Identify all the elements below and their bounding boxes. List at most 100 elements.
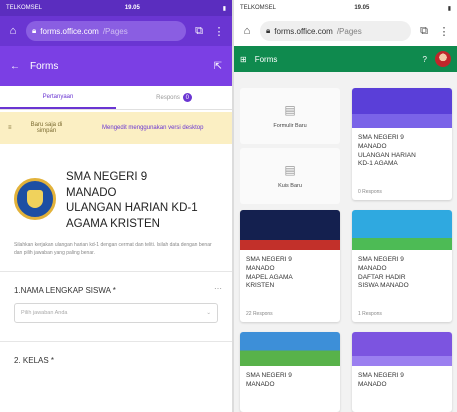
appbar-title: Forms [254,54,278,64]
form-card-line: MANADO [358,142,387,150]
info-icon: ≡ [8,125,12,131]
form-title[interactable]: SMA NEGERI 9 MANADO ULANGAN HARIAN KD-1 … [66,170,198,232]
right-screen: TELKOMSEL 19.05 ▮ ⌂ 🔒︎ forms.office.com /… [234,0,457,412]
form-card[interactable]: SMA NEGERI 9 MANADO DAFTAR HADIR SISWA M… [352,210,452,322]
question-1-label: 1.NAMA LENGKAP SISWA * [14,286,116,296]
battery-icon: ▮ [447,5,451,12]
new-form-button[interactable]: ▤ Formulir Baru [240,88,340,144]
form-thumbnail [352,332,452,366]
carrier-label: TELKOMSEL [240,5,277,11]
tab-questions-label: Pertanyaan [42,93,74,100]
tab-responses-label: Respons [156,94,180,101]
form-card-line: ULANGAN HARIAN [358,151,416,159]
form-title-line: SMA NEGERI 9 [66,171,148,183]
form-card-title: SMA NEGERI 9 MANADO [240,366,340,390]
form-thumbnail [240,210,340,250]
saved-notice: Baru saja di simpan [30,122,63,134]
url-host: forms.office.com [40,26,99,36]
appbar-title: Forms [30,60,59,72]
form-header: SMA NEGERI 9 MANADO ULANGAN HARIAN KD-1 … [0,144,232,232]
form-card-line: MAPEL AGAMA [246,273,293,281]
form-card-responses: 1 Respons [358,311,382,317]
form-card[interactable]: SMA NEGERI 9 MANADO [352,332,452,412]
form-card-title: SMA NEGERI 9 MANADO MAPEL AGAMA KRISTEN [240,250,340,291]
form-card-line: KRISTEN [246,282,275,290]
desktop-edit-link[interactable]: Mengedit menggunakan versi desktop [82,125,224,131]
form-card-responses: 22 Respons [246,311,273,317]
form-card-line: SMA NEGERI 9 [246,256,292,263]
share-icon[interactable]: ⇱ [214,61,222,72]
home-icon[interactable]: ⌂ [6,25,20,37]
new-quiz-button[interactable]: ▤ Kuis Baru [240,148,340,204]
form-card-responses: 0 Respons [358,189,382,195]
save-banner: ≡ Baru saja di simpan Mengedit menggunak… [0,112,232,144]
form-card-title: SMA NEGERI 9 MANADO [352,366,452,390]
clock: 19.05 [354,5,370,11]
form-card-line: MANADO [246,380,275,388]
form-card[interactable]: SMA NEGERI 9 MANADO ULANGAN HARIAN KD-1 … [352,88,452,200]
new-quiz-label: Kuis Baru [278,183,302,189]
back-arrow-icon[interactable]: ← [10,61,20,72]
new-form-label: Formulir Baru [273,123,307,129]
form-card-line: SMA NEGERI 9 [358,134,404,141]
url-path: /Pages [336,26,362,36]
url-host: forms.office.com [274,26,333,36]
chevron-down-icon: ⌄ [206,310,211,317]
left-screen: TELKOMSEL 19.05 ▮ ⌂ 🔒︎ forms.office.com /… [0,0,232,412]
form-tabs: Pertanyaan Respons 0 [0,86,232,110]
form-card-line: SMA NEGERI 9 [358,256,404,263]
form-card-line: MANADO [358,380,387,388]
status-bar: TELKOMSEL 19.05 ▮ [234,0,457,16]
form-title-line: AGAMA KRISTEN [66,217,160,230]
form-title-line: MANADO [66,186,117,199]
form-card-line: SMA NEGERI 9 [246,372,292,379]
clock: 19.05 [124,5,140,11]
browser-toolbar: ⌂ 🔒︎ forms.office.com/Pages ⧉ ⋮ [234,16,457,46]
dropdown-placeholder: Pilih jawaban Anda [21,310,68,317]
status-bar: TELKOMSEL 19.05 ▮ [0,0,232,16]
form-thumbnail [352,210,452,250]
form-description: Silahkan kerjakan ulangan harian kd-1 de… [14,242,212,256]
help-icon[interactable]: ? [423,55,427,64]
form-card-title: SMA NEGERI 9 MANADO DAFTAR HADIR SISWA M… [352,250,452,291]
forms-appbar: ← Forms ⇱ [0,46,232,86]
url-path: /Pages [102,26,128,36]
form-card-line: SISWA MANADO [358,282,409,290]
form-card-line: KD-1 AGAMA [358,160,398,168]
carrier-label: TELKOMSEL [6,5,43,11]
form-card-line: DAFTAR HADIR [358,273,406,281]
avatar[interactable] [435,51,451,67]
address-bar[interactable]: 🔒︎ forms.office.com/Pages [260,21,411,41]
browser-toolbar: ⌂ 🔒︎ forms.office.com/Pages ⧉ ⋮ [0,16,232,46]
more-options-icon[interactable]: ⋯ [214,284,222,293]
divider [0,271,232,273]
menu-icon[interactable]: ⋮ [437,25,451,38]
lock-icon: 🔒︎ [266,26,271,35]
form-card[interactable]: SMA NEGERI 9 MANADO MAPEL AGAMA KRISTEN … [240,210,340,322]
question-1-dropdown[interactable]: Pilih jawaban Anda ⌄ [14,303,218,324]
tabs-icon[interactable]: ⧉ [417,25,431,38]
new-quiz-icon: ▤ [284,163,296,177]
battery-icon: ▮ [222,5,226,12]
form-title-line: ULANGAN HARIAN KD-1 [66,202,198,215]
tabs-icon[interactable]: ⧉ [192,25,206,38]
divider [0,341,232,343]
form-card-line: MANADO [246,264,275,272]
form-card-line: SMA NEGERI 9 [358,372,404,379]
tab-responses[interactable]: Respons 0 [116,86,232,109]
form-card-line: MANADO [358,264,387,272]
home-icon[interactable]: ⌂ [240,25,254,37]
tab-questions[interactable]: Pertanyaan [0,86,116,109]
form-card[interactable]: SMA NEGERI 9 MANADO [240,332,340,412]
forms-appbar: ⊞ Forms ? [234,46,457,72]
responses-count-badge: 0 [182,93,192,102]
lock-icon: 🔒︎ [32,26,37,35]
menu-icon[interactable]: ⋮ [212,25,226,38]
address-bar[interactable]: 🔒︎ forms.office.com/Pages [26,21,186,41]
form-thumbnail [240,332,340,366]
app-launcher-icon[interactable]: ⊞ [240,55,247,64]
form-card-title: SMA NEGERI 9 MANADO ULANGAN HARIAN KD-1 … [352,128,452,169]
question-2-label: 2. KELAS * [14,356,55,366]
form-thumbnail [352,88,452,128]
new-form-icon: ▤ [284,103,296,117]
